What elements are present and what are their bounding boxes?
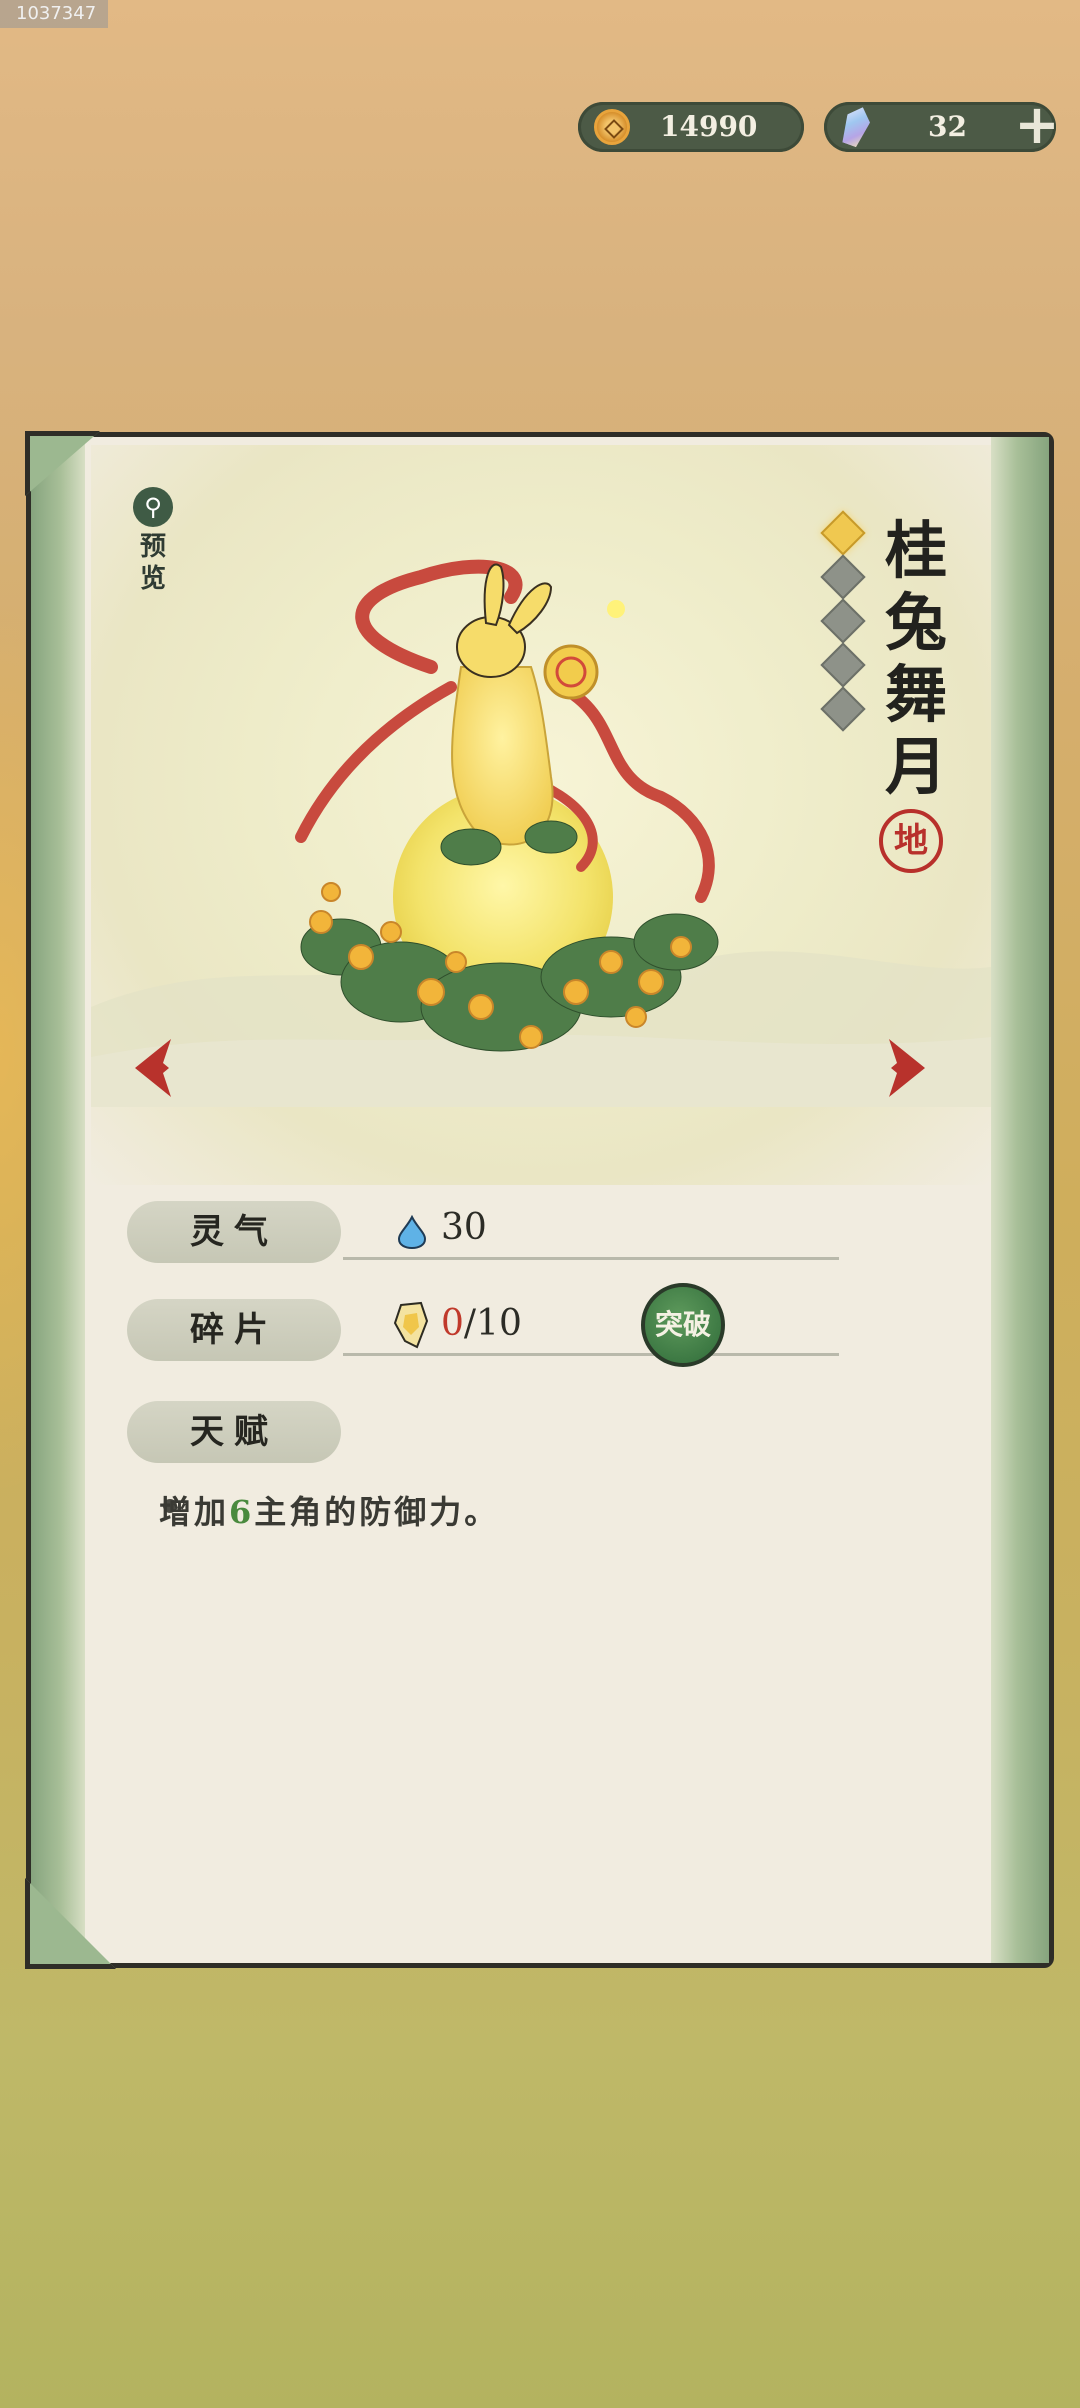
water-drop-icon <box>397 1215 427 1249</box>
magnify-icon: ⚲ <box>133 487 173 527</box>
aura-underline <box>343 1257 839 1260</box>
fragments-total: /10 <box>463 1303 522 1344</box>
fragments-current: 0 <box>441 1303 464 1344</box>
talent-suffix: 主角的防御力。 <box>254 1493 500 1531</box>
star-rating <box>820 510 866 737</box>
fragments-label: 碎片 <box>127 1299 341 1361</box>
coin-value: 14990 <box>660 110 758 143</box>
character-illustration <box>295 559 719 1052</box>
star-icon <box>820 686 866 732</box>
star-icon <box>820 510 866 556</box>
watermark-id: 1037347 <box>0 0 108 28</box>
next-character-button[interactable] <box>877 1033 937 1103</box>
copper-coin-icon <box>594 109 630 145</box>
talent-number: 6 <box>229 1493 255 1531</box>
gem-value: 32 <box>928 110 967 143</box>
rank-seal-badge: 地 <box>879 809 943 873</box>
star-icon <box>820 598 866 644</box>
talent-label: 天赋 <box>127 1401 341 1463</box>
preview-button[interactable]: ⚲ 预览 <box>131 487 175 595</box>
talent-description: 增加6主角的防御力。 <box>159 1487 499 1533</box>
star-icon <box>820 642 866 688</box>
aura-value: 30 <box>441 1207 487 1248</box>
fragments-underline <box>343 1353 839 1356</box>
fragments-value: 0/10 <box>441 1303 522 1344</box>
star-icon <box>820 554 866 600</box>
coin-counter: 14990 <box>578 102 804 152</box>
gem-counter: 32 + <box>824 98 1060 152</box>
aura-label: 灵气 <box>127 1201 341 1263</box>
scroll-edge-right <box>991 437 1049 1963</box>
add-gems-button[interactable]: + <box>1010 98 1064 152</box>
character-scroll-card: ⚲ 预览 桂兔舞月 地 灵气 30 碎片 0/10 突破 天赋 增加6主角的防御… <box>25 431 1054 1969</box>
shard-icon <box>393 1301 429 1349</box>
breakthrough-button[interactable]: 突破 <box>641 1283 725 1367</box>
spirit-crystal-icon <box>838 103 874 149</box>
character-name: 桂兔舞月 <box>884 514 947 803</box>
talent-prefix: 增加 <box>159 1493 230 1531</box>
preview-label: 预览 <box>139 532 166 594</box>
prev-character-button[interactable] <box>123 1033 183 1103</box>
scroll-edge-left <box>31 437 85 1963</box>
